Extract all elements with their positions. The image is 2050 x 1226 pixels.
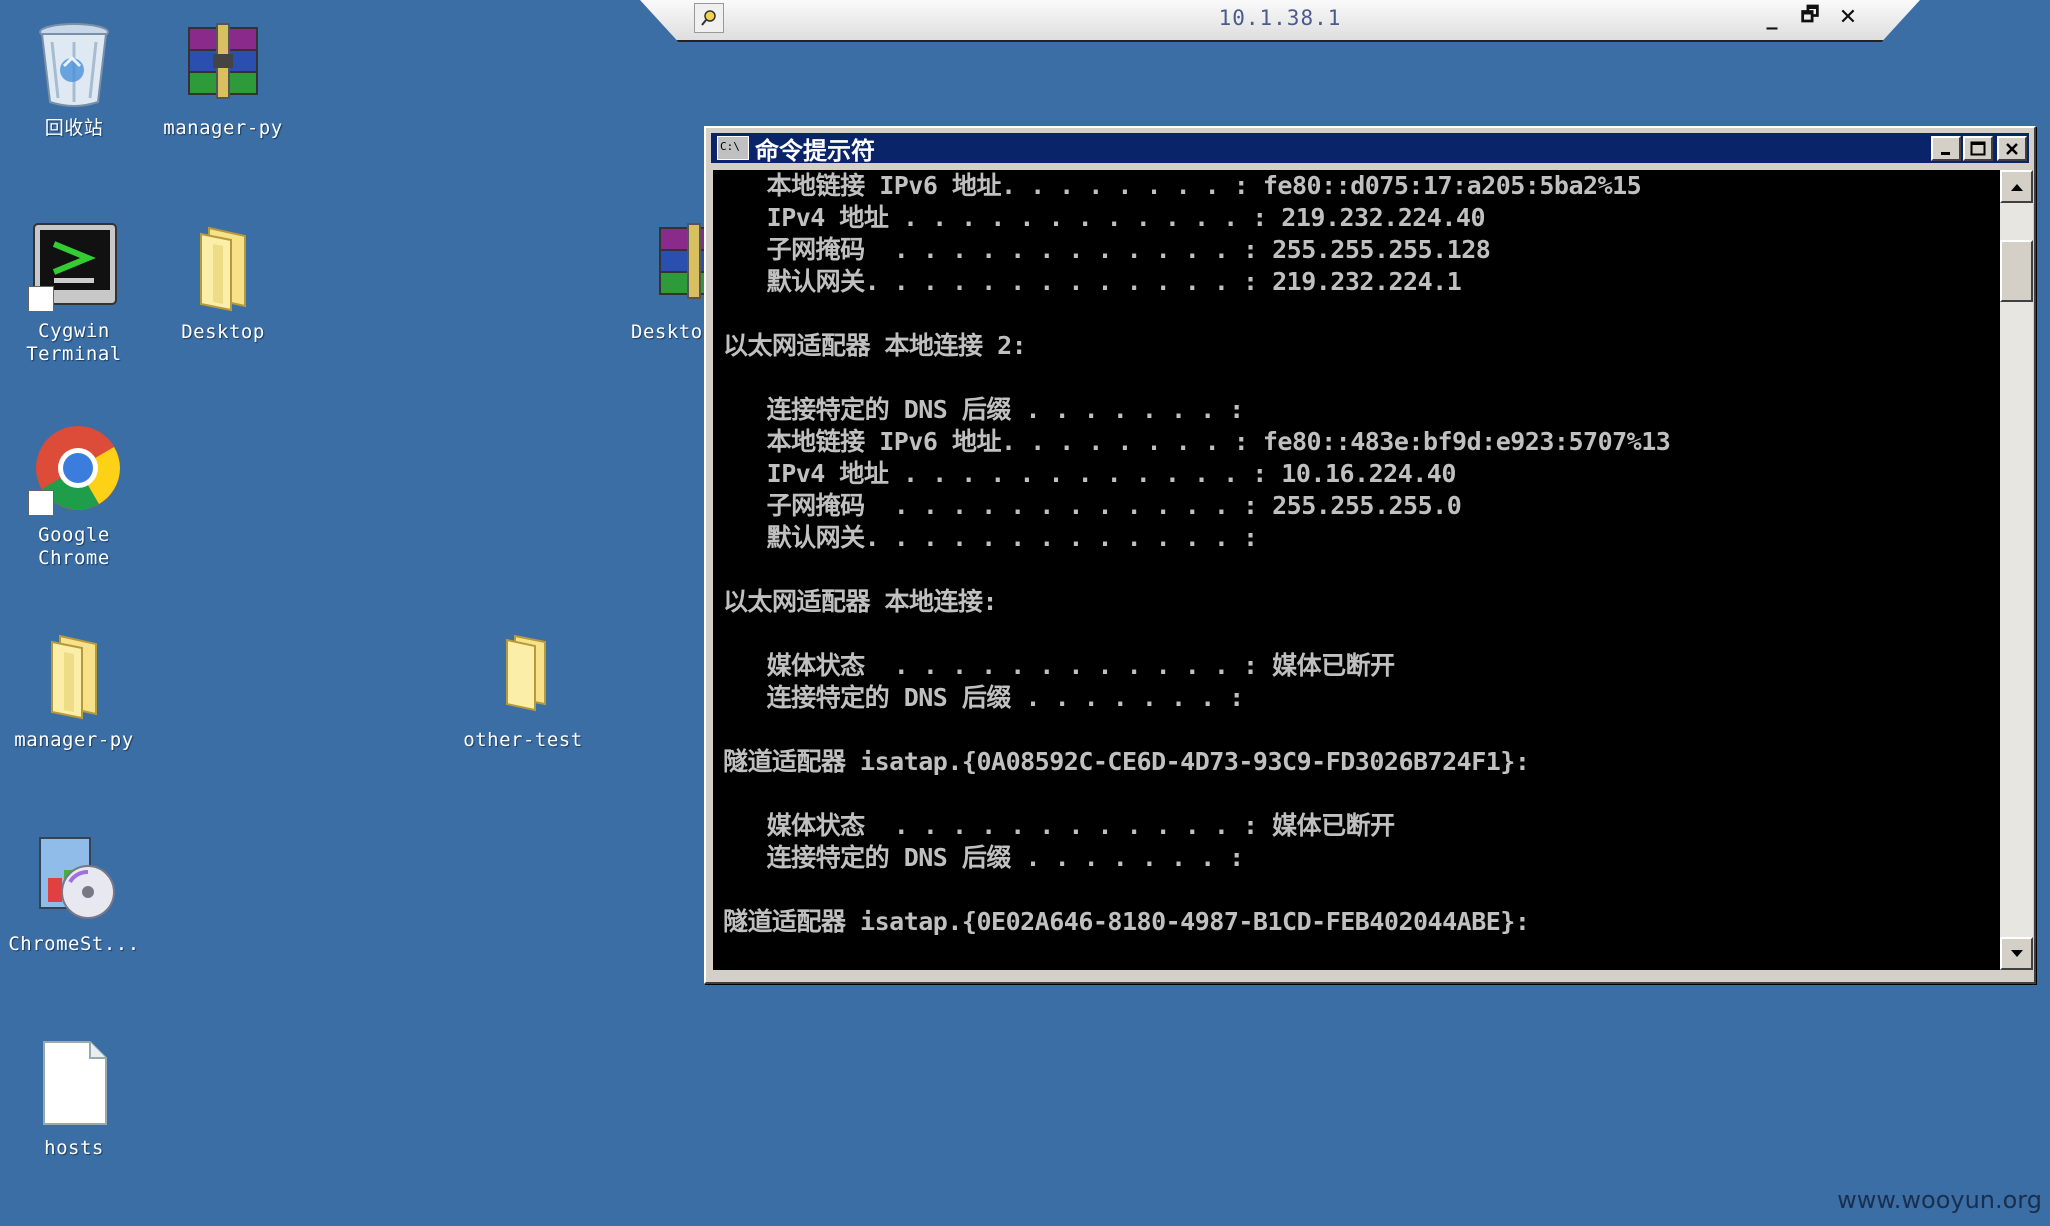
desktop-icon-hosts-file[interactable]: hosts — [0, 1034, 149, 1160]
watermark: www.wooyun.org — [1837, 1186, 2042, 1214]
console-output-area[interactable]: 本地链接 IPv6 地址. . . . . . . . : fe80::d075… — [713, 170, 2000, 970]
close-icon — [2006, 142, 2018, 155]
cmd-minimize-button[interactable] — [1931, 136, 1961, 161]
console-line: IPv4 地址 . . . . . . . . . . . . : 10.16.… — [723, 459, 1457, 488]
shortcut-arrow-icon — [28, 490, 54, 516]
folder-icon — [26, 626, 122, 722]
desktop-icon-chrome-setup[interactable]: ChromeSt... — [0, 830, 149, 956]
console-line: 媒体状态 . . . . . . . . . . . . : 媒体已断开 — [723, 811, 1395, 840]
desktop-icon-label: hosts — [44, 1137, 104, 1159]
desktop-icon-label: manager-py — [163, 117, 283, 139]
desktop-icon-manager-py-archive[interactable]: manager-py — [148, 14, 298, 140]
maximize-icon — [1970, 141, 1986, 155]
rdp-minimize-button[interactable]: _ — [1756, 2, 1788, 32]
desktop-icon-label: manager-py — [14, 729, 134, 751]
console-line: 以太网适配器 本地连接 2: — [723, 331, 1027, 360]
console-line: 默认网关. . . . . . . . . . . . . : 219.232.… — [723, 267, 1462, 296]
folder-icon — [475, 626, 571, 722]
desktop-icon-label: 回收站 — [44, 117, 104, 139]
scrollbar-thumb[interactable] — [2000, 240, 2033, 302]
command-prompt-window[interactable]: C:\ 命令提示符 本地链接 IPv6 地址. . . . . . . . : … — [704, 126, 2036, 984]
arrow-down-icon — [2010, 949, 2023, 957]
cmd-maximize-button[interactable] — [1963, 136, 1993, 161]
desktop-icon-recycle-bin[interactable]: 回收站 — [0, 14, 149, 140]
cygwin-terminal-icon — [26, 218, 122, 314]
cmd-window-title: 命令提示符 — [755, 136, 875, 165]
arrow-up-icon — [2010, 183, 2023, 191]
console-line: 连接特定的 DNS 后缀 . . . . . . . : — [723, 683, 1245, 712]
rdp-host-address: 10.1.38.1 — [1218, 6, 1342, 30]
winrar-archive-icon — [175, 14, 271, 110]
cmd-close-button[interactable] — [1997, 136, 2027, 161]
shortcut-arrow-icon — [28, 286, 54, 312]
desktop-icon-desktop-folder[interactable]: Desktop — [148, 218, 298, 344]
console-line: 子网掩码 . . . . . . . . . . . . : 255.255.2… — [723, 491, 1462, 520]
scroll-down-button[interactable] — [2000, 937, 2033, 970]
rdp-restore-button[interactable]: 🗗 — [1794, 2, 1826, 32]
installer-cd-icon — [26, 830, 122, 926]
desktop-icon-other-test-folder[interactable]: other-test — [448, 626, 598, 752]
console-vertical-scrollbar[interactable] — [2000, 170, 2033, 970]
desktop-icon-label: Desktop — [181, 321, 265, 343]
console-text: 本地链接 IPv6 地址. . . . . . . . : fe80::d075… — [713, 170, 2000, 938]
desktop-icon-google-chrome[interactable]: Google Chrome — [0, 422, 149, 570]
console-line: 媒体状态 . . . . . . . . . . . . : 媒体已断开 — [723, 651, 1395, 680]
desktop-icon-manager-py-folder[interactable]: manager-py — [0, 626, 149, 752]
desktop-icon-cygwin-terminal[interactable]: Cygwin Terminal — [0, 218, 149, 366]
console-line: 默认网关. . . . . . . . . . . . . : — [723, 523, 1258, 552]
rdp-close-button[interactable]: ✕ — [1832, 2, 1864, 32]
console-line: 隧道适配器 isatap.{0A08592C-CE6D-4D73-93C9-FD… — [723, 747, 1530, 776]
recycle-bin-icon — [26, 14, 122, 110]
console-line: 连接特定的 DNS 后缀 . . . . . . . : — [723, 395, 1245, 424]
desktop-icon-label: Google Chrome — [38, 524, 110, 569]
console-line: 连接特定的 DNS 后缀 . . . . . . . : — [723, 843, 1245, 872]
desktop-icon-label: Cygwin Terminal — [26, 320, 122, 365]
chrome-icon — [26, 422, 122, 518]
folder-icon — [175, 218, 271, 314]
console-line: IPv4 地址 . . . . . . . . . . . . : 219.23… — [723, 203, 1486, 232]
console-line: 本地链接 IPv6 地址. . . . . . . . : fe80::483e… — [723, 427, 1671, 456]
scroll-up-button[interactable] — [2000, 170, 2033, 203]
console-line: 以太网适配器 本地连接: — [723, 587, 998, 616]
cmd-app-icon: C:\ — [717, 136, 749, 160]
rdp-connection-bar: 10.1.38.1 _ 🗗 ✕ — [640, 0, 1920, 42]
file-icon — [26, 1034, 122, 1130]
console-line: 子网掩码 . . . . . . . . . . . . : 255.255.2… — [723, 235, 1491, 264]
cmd-title-bar[interactable]: C:\ 命令提示符 — [711, 133, 2029, 165]
desktop-icon-label: ChromeSt... — [8, 933, 140, 955]
minimize-icon — [1941, 151, 1950, 155]
desktop-icon-label: other-test — [463, 729, 583, 751]
console-line: 本地链接 IPv6 地址. . . . . . . . : fe80::d075… — [723, 171, 1642, 200]
console-line: 隧道适配器 isatap.{0E02A646-8180-4987-B1CD-FE… — [723, 907, 1530, 936]
